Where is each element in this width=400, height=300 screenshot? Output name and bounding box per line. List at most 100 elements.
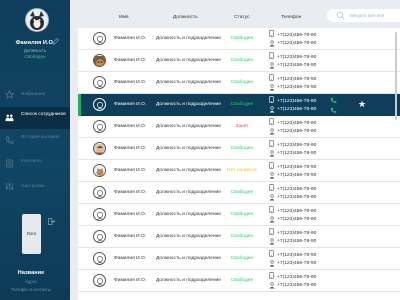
employee-name: Фамилия И.О. bbox=[114, 146, 147, 151]
table-row[interactable]: Фамилия И.О. Должность и подразделение Сво… bbox=[78, 50, 400, 72]
column-header-name[interactable]: Имя bbox=[119, 15, 129, 20]
company-contacts: Телефон и контакты bbox=[11, 287, 51, 292]
employee-avatar[interactable] bbox=[93, 98, 106, 111]
employee-avatar[interactable] bbox=[93, 32, 106, 45]
phone-work[interactable]: +7(123)456-78-90 bbox=[277, 63, 316, 68]
phone-mobile[interactable]: +7(123)456-78-90 bbox=[277, 77, 316, 82]
phone-mobile[interactable]: +7(123)456-78-90 bbox=[277, 275, 316, 280]
nav-item-favorites[interactable]: Избранное bbox=[0, 84, 70, 106]
employee-avatar[interactable] bbox=[93, 208, 106, 221]
employee-avatar[interactable] bbox=[93, 76, 106, 89]
settings-icon bbox=[5, 182, 14, 191]
phone-mobile[interactable]: +7(123)456-78-90 bbox=[277, 165, 316, 170]
table-row[interactable]: Фамилия И.О. Должность и подразделение Сво… bbox=[78, 182, 400, 204]
employee-name: Фамилия И.О. bbox=[114, 190, 147, 195]
table-row[interactable]: Фамилия И.О. Должность и подразделение Зан… bbox=[78, 116, 400, 138]
employee-name: Фамилия И.О. bbox=[114, 58, 147, 63]
phone-mobile[interactable]: +7(123)456-78-90 bbox=[277, 99, 316, 104]
search-input[interactable]: Введите имя или bbox=[327, 9, 400, 22]
mobile-phone-icon bbox=[269, 118, 274, 125]
employee-avatar[interactable] bbox=[93, 186, 106, 199]
call-mobile-icon[interactable] bbox=[330, 97, 337, 104]
nav-item-employees[interactable]: Список сотрудников bbox=[0, 107, 70, 129]
column-header-status[interactable]: Статус bbox=[234, 15, 249, 20]
phone-mobile[interactable]: +7(123)456-78-90 bbox=[277, 187, 316, 192]
employee-name: Фамилия И.О. bbox=[114, 124, 147, 129]
nav-item-contacts[interactable]: Контакты bbox=[0, 153, 70, 175]
employee-avatar[interactable] bbox=[93, 54, 106, 67]
phone-mobile[interactable]: +7(123)456-78-90 bbox=[277, 209, 316, 214]
column-header-position[interactable]: Должность bbox=[173, 15, 198, 20]
employee-status: Свободен bbox=[230, 80, 254, 85]
desk-phone-icon bbox=[269, 40, 275, 47]
phone-work[interactable]: +7(123)456-78-90 bbox=[277, 261, 316, 266]
nav-label: Настройки bbox=[21, 184, 45, 189]
employee-name: Фамилия И.О. bbox=[114, 212, 147, 217]
employee-avatar[interactable] bbox=[93, 142, 106, 155]
scrollbar[interactable] bbox=[395, 32, 397, 120]
table-row[interactable]: Фамилия И.О. Должность и подразделение Сво… bbox=[78, 226, 400, 248]
mobile-phone-icon bbox=[269, 30, 274, 37]
call-work-icon[interactable] bbox=[330, 107, 337, 114]
table-row[interactable]: Фамилия И.О. Должность и подразделение Сво… bbox=[78, 138, 400, 160]
employee-table: Фамилия И.О. Должность и подразделение Сво… bbox=[78, 28, 400, 300]
phone-mobile[interactable]: +7(123)456-78-90 bbox=[277, 231, 316, 236]
phone-work[interactable]: +7(123)456-78-90 bbox=[277, 173, 316, 178]
search-placeholder: Введите имя или bbox=[350, 13, 384, 18]
table-row[interactable]: Фамилия И.О. Должность и подразделение Сво… bbox=[78, 248, 400, 270]
employee-name: Фамилия И.О. bbox=[114, 36, 147, 41]
phone-mobile[interactable]: +7(123)456-78-90 bbox=[277, 143, 316, 148]
favorite-star-icon[interactable]: ★ bbox=[358, 100, 366, 109]
employee-status: Занят bbox=[235, 124, 249, 129]
employee-name: Фамилия И.О. bbox=[114, 256, 147, 261]
employee-avatar[interactable] bbox=[93, 252, 106, 265]
employee-avatar[interactable] bbox=[93, 120, 106, 133]
nav-item-settings[interactable]: Настройки bbox=[0, 176, 70, 198]
phone-work[interactable]: +7(123)456-78-90 bbox=[277, 129, 316, 134]
employee-status: Свободен bbox=[230, 146, 254, 151]
phone-work[interactable]: +7(123)456-78-90 bbox=[277, 239, 316, 244]
phone-mobile[interactable]: +7(123)456-78-90 bbox=[277, 55, 316, 60]
table-row[interactable]: Фамилия И.О. Должность и подразделение Сво… bbox=[78, 270, 400, 292]
phone-work[interactable]: +7(123)456-78-90 bbox=[277, 41, 316, 46]
mobile-phone-icon bbox=[269, 96, 274, 103]
table-row[interactable]: Фамилия И.О. Должность и подразделение Нет… bbox=[78, 160, 400, 182]
employee-status: Свободен bbox=[230, 58, 254, 63]
column-header-phone[interactable]: Телефон bbox=[281, 15, 301, 20]
employee-name: Фамилия И.О. bbox=[114, 278, 147, 283]
table-row[interactable]: Фамилия И.О. Должность и подразделение Сво… bbox=[78, 204, 400, 226]
employee-status: Свободен bbox=[230, 190, 254, 195]
desk-phone-icon bbox=[269, 194, 275, 201]
phone-mobile[interactable]: +7(123)456-78-90 bbox=[277, 253, 316, 258]
edit-profile-icon[interactable] bbox=[52, 37, 60, 45]
people-icon bbox=[5, 114, 14, 122]
logout-icon[interactable] bbox=[48, 218, 55, 225]
mobile-phone-icon bbox=[269, 184, 274, 191]
search-icon bbox=[336, 11, 345, 20]
desk-phone-icon bbox=[269, 106, 275, 113]
table-row-selected[interactable]: Фамилия И.О. Должность и подразделение Сво… bbox=[78, 94, 400, 116]
phone-work[interactable]: +7(123)456-78-90 bbox=[277, 107, 316, 112]
employee-avatar[interactable] bbox=[93, 230, 106, 243]
employee-name: Фамилия И.О. bbox=[114, 168, 147, 173]
user-avatar[interactable] bbox=[25, 8, 49, 32]
phone-work[interactable]: +7(123)456-78-90 bbox=[277, 283, 316, 288]
selected-row-indicator bbox=[78, 94, 81, 116]
phone-work[interactable]: +7(123)456-78-90 bbox=[277, 195, 316, 200]
table-row[interactable]: Фамилия И.О. Должность и подразделение Сво… bbox=[78, 72, 400, 94]
user-status[interactable]: Свободен bbox=[0, 54, 70, 59]
phone-work[interactable]: +7(123)456-78-90 bbox=[277, 151, 316, 156]
phone-work[interactable]: +7(123)456-78-90 bbox=[277, 217, 316, 222]
user-role: Должность bbox=[23, 48, 47, 53]
employee-avatar[interactable] bbox=[93, 164, 106, 177]
phone-mobile[interactable]: +7(123)456-78-90 bbox=[277, 33, 316, 38]
nav-item-call-history[interactable]: История вызовов bbox=[0, 130, 70, 152]
table-row[interactable]: Фамилия И.О. Должность и подразделение Сво… bbox=[78, 28, 400, 50]
employee-avatar[interactable] bbox=[93, 274, 106, 287]
employee-status: Свободен bbox=[230, 278, 254, 283]
phone-work[interactable]: +7(123)456-78-90 bbox=[277, 85, 316, 90]
employee-name: Фамилия И.О. bbox=[114, 102, 147, 107]
phone-mobile[interactable]: +7(123)456-78-90 bbox=[277, 121, 316, 126]
desk-phone-icon bbox=[269, 238, 275, 245]
employee-name: Фамилия И.О. bbox=[114, 234, 147, 239]
